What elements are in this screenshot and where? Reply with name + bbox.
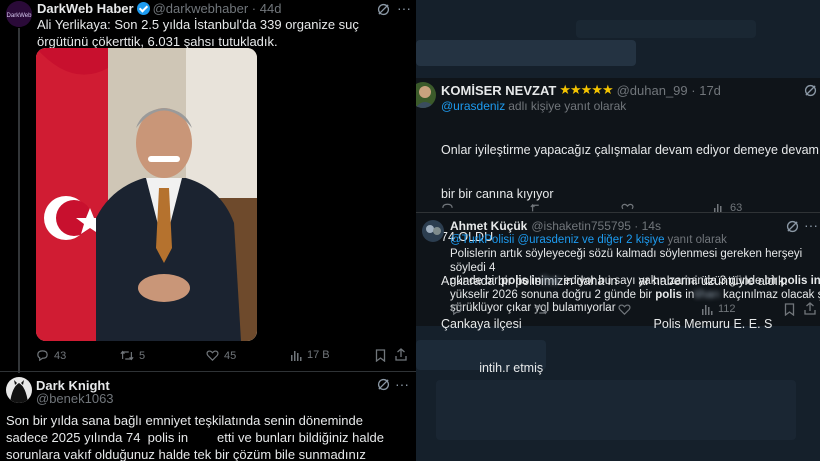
tweet-header: DarkWeb Haber @darkwebhaber · 44d bbox=[37, 0, 282, 16]
reply-context: @urasdeniz adlı kişiye yanıt olarak bbox=[441, 98, 626, 115]
svg-text:DarkWeb: DarkWeb bbox=[7, 13, 32, 19]
retweet-icon[interactable] bbox=[530, 202, 544, 212]
author-name[interactable]: DarkWeb Haber bbox=[37, 1, 134, 16]
redacted-text: ihar bbox=[541, 275, 561, 287]
retweet-button[interactable]: 5 bbox=[120, 349, 145, 362]
heart-icon[interactable] bbox=[621, 202, 634, 212]
dark-knight-avatar-icon bbox=[6, 377, 32, 403]
reply-button[interactable]: 43 bbox=[36, 349, 66, 362]
reply-others-link[interactable]: ve diğer 2 kişiye bbox=[582, 234, 664, 246]
text-span: günde bir bbox=[450, 275, 498, 287]
avatar[interactable] bbox=[422, 220, 444, 242]
author-name[interactable]: KOMİSER NEVZAT bbox=[441, 83, 556, 98]
tweet-text: Polislerin artık söyleyeceği sözü kalmad… bbox=[450, 248, 820, 316]
reply-suffix: adlı kişiye yanıt olarak bbox=[508, 99, 627, 113]
text-span: polis in bbox=[501, 275, 542, 287]
tweet-divider bbox=[0, 371, 416, 372]
share-icon[interactable] bbox=[804, 302, 816, 315]
reply-suffix: yanıt olarak bbox=[667, 234, 727, 246]
author-handle[interactable]: @duhan_99 bbox=[617, 83, 688, 98]
tweet-line: Polislerin artık söyleyeceği sözü kalmad… bbox=[450, 248, 803, 274]
tweet-time[interactable]: 14s bbox=[642, 219, 661, 233]
tweet-text: Son bir yılda sana bağlı emniyet teşkila… bbox=[6, 413, 384, 461]
tweet-line: bir bir canına kıyıyor bbox=[441, 186, 554, 201]
views-icon bbox=[291, 351, 302, 361]
tweet-header: KOMİSER NEVZAT ★★★★★ @duhan_99 · 17d bbox=[441, 82, 721, 98]
left-timeline: DarkWeb DarkWeb Haber @darkwebhaber · 44… bbox=[0, 0, 416, 461]
tweet-header: Ahmet Küçük @ishaketin755795 · 14s bbox=[450, 219, 661, 233]
author-handle[interactable]: @benek1063 bbox=[36, 391, 114, 406]
separator-dot: · bbox=[630, 219, 642, 233]
blurred-content bbox=[416, 40, 636, 66]
tweet-time[interactable]: 44d bbox=[260, 1, 282, 16]
author-handle[interactable]: @darkwebhaber bbox=[153, 1, 249, 16]
tweet-line: intih.r etmiş bbox=[441, 360, 544, 375]
heart-icon[interactable] bbox=[618, 303, 631, 316]
redacted-text: tiharı bbox=[694, 288, 720, 301]
grok-icon[interactable] bbox=[377, 378, 390, 391]
text-span: polis in bbox=[780, 275, 820, 287]
reply-to-mention[interactable]: @urasdeniz bbox=[441, 98, 505, 115]
tweet-line: Çankaya ilçesi Polis Memuru E. E. S bbox=[441, 317, 773, 331]
right-timeline: KOMİSER NEVZAT ★★★★★ @duhan_99 · 17d @ur… bbox=[416, 0, 820, 461]
quoted-tweets-card: KOMİSER NEVZAT ★★★★★ @duhan_99 · 17d @ur… bbox=[416, 78, 820, 375]
text-span: polis bbox=[655, 288, 683, 301]
tweet-divider bbox=[416, 212, 820, 213]
bookmark-icon[interactable] bbox=[784, 303, 795, 316]
text-span: in bbox=[685, 288, 695, 301]
blurred-content bbox=[576, 20, 756, 38]
retweet-icon[interactable] bbox=[534, 303, 548, 316]
reply-context: @TurkPolisii @urasdeniz ve diğer 2 kişiy… bbox=[450, 234, 727, 246]
avatar[interactable]: DarkWeb bbox=[6, 1, 32, 27]
views-count: 112 bbox=[718, 303, 736, 315]
tweet-line: günde bir polis inihar ediyor bu sayı ya… bbox=[450, 275, 820, 289]
grok-icon[interactable] bbox=[377, 3, 390, 16]
like-button[interactable]: 45 bbox=[206, 349, 236, 362]
darkweb-logo-icon: DarkWeb bbox=[6, 1, 32, 27]
tweet-line: sürüklüyor çıkar yol bulamıyorlar bbox=[450, 302, 616, 314]
avatar[interactable] bbox=[416, 82, 436, 108]
views-icon bbox=[702, 305, 713, 315]
avatar[interactable] bbox=[6, 377, 32, 403]
reply-icon[interactable] bbox=[441, 202, 454, 212]
komiser-avatar-icon bbox=[416, 82, 436, 108]
reply-to-mention[interactable]: @TurkPolisii @urasdeniz bbox=[450, 234, 579, 246]
views-count: 17 B bbox=[307, 349, 330, 361]
separator-dot: · bbox=[687, 82, 700, 98]
separator-dot: · bbox=[248, 0, 260, 16]
tweet-time[interactable]: 17d bbox=[699, 83, 721, 98]
reply-count: 43 bbox=[54, 349, 67, 362]
retweet-icon bbox=[120, 350, 134, 361]
verified-badge-icon bbox=[136, 1, 150, 15]
grok-icon[interactable] bbox=[786, 220, 799, 233]
author-handle[interactable]: @ishaketin755795 bbox=[531, 219, 631, 233]
heart-icon bbox=[206, 350, 219, 361]
tweet-line: yükselir 2026 sonuna doğru 2 günde bir p… bbox=[450, 289, 820, 303]
retweet-count: 5 bbox=[139, 349, 146, 362]
views-button[interactable]: 17 B bbox=[290, 349, 330, 361]
thread-line bbox=[18, 28, 20, 373]
text-span: ediyor bu sayı yakın zamanda 3 günde bir bbox=[563, 275, 778, 287]
grok-icon[interactable] bbox=[804, 84, 817, 97]
reply-icon[interactable] bbox=[450, 303, 463, 316]
like-count: 45 bbox=[224, 349, 237, 362]
tweet-photo[interactable] bbox=[36, 48, 257, 341]
text-span: yükselir 2026 sonuna doğru 2 günde bir bbox=[450, 288, 653, 301]
tweet-line: Onlar iyileştirme yapacağız çalışmalar d… bbox=[441, 143, 819, 157]
more-icon[interactable]: ··· bbox=[397, 0, 411, 16]
text-span: kaçınılmaz olacak şartlar bbox=[723, 288, 820, 301]
more-icon[interactable]: ··· bbox=[395, 376, 409, 392]
reply-icon bbox=[37, 350, 48, 362]
author-name[interactable]: Ahmet Küçük bbox=[450, 219, 527, 233]
ahmet-avatar-icon bbox=[422, 220, 444, 242]
rating-stars: ★★★★★ bbox=[559, 82, 613, 97]
share-icon[interactable] bbox=[395, 348, 407, 361]
more-icon[interactable]: ··· bbox=[804, 217, 818, 233]
views-button[interactable]: 112 bbox=[701, 303, 736, 315]
tweet-text: Ali Yerlikaya: Son 2.5 yılda İstanbul'da… bbox=[37, 17, 359, 49]
photo-image bbox=[36, 48, 257, 341]
bookmark-icon[interactable] bbox=[375, 349, 386, 362]
